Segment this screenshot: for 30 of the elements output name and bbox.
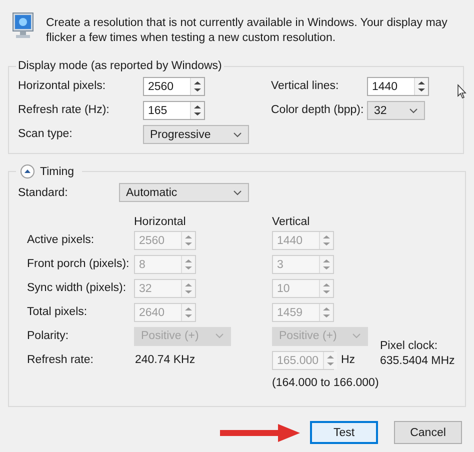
description-text: Create a resolution that is not currently available in Windows. Your display may flicker a few times when testing a new custom resolution. <box>46 16 448 46</box>
field-label: Front porch (pixels): <box>27 256 130 272</box>
field-label: Vertical lines: <box>271 79 340 94</box>
field-label: Refresh rate: <box>27 352 94 368</box>
field-label: Active pixels: <box>27 232 96 248</box>
value-text: 240.74 KHz <box>134 354 196 366</box>
pixel-clock-value: 635.5404 MHz <box>380 354 455 369</box>
spin-field[interactable]: 165 <box>143 101 205 120</box>
field-label: Total pixels: <box>27 304 88 320</box>
field-label: Refresh rate (Hz): <box>18 103 110 118</box>
dialog-button[interactable]: Test <box>310 421 378 444</box>
field-label: Sync width (pixels): <box>27 280 128 296</box>
column-heading: Horizontal <box>134 216 187 228</box>
spin-field[interactable]: 1440 <box>367 77 429 96</box>
pixel-clock-label: Pixel clock: <box>380 339 439 354</box>
field-label: Color depth (bpp): <box>271 103 365 118</box>
range-note: (164.000 to 166.000) <box>272 377 380 389</box>
dropdown[interactable]: Automatic <box>119 183 249 202</box>
field-label: Polarity: <box>27 328 70 344</box>
field-label: Horizontal pixels: <box>18 79 107 94</box>
spin-field[interactable]: 2560 <box>143 77 205 96</box>
field-label: Scan type: <box>18 127 74 142</box>
unit-label: Hz <box>341 354 356 366</box>
dropdown[interactable]: Progressive <box>143 125 249 144</box>
field-label: Standard: <box>18 186 69 198</box>
dialog-button[interactable]: Cancel <box>394 421 462 444</box>
group-title: Display mode (as reported by Windows) <box>17 60 223 72</box>
group-title: Timing <box>40 166 74 178</box>
dropdown[interactable]: 32 <box>367 101 425 120</box>
column-heading: Vertical <box>272 216 311 228</box>
